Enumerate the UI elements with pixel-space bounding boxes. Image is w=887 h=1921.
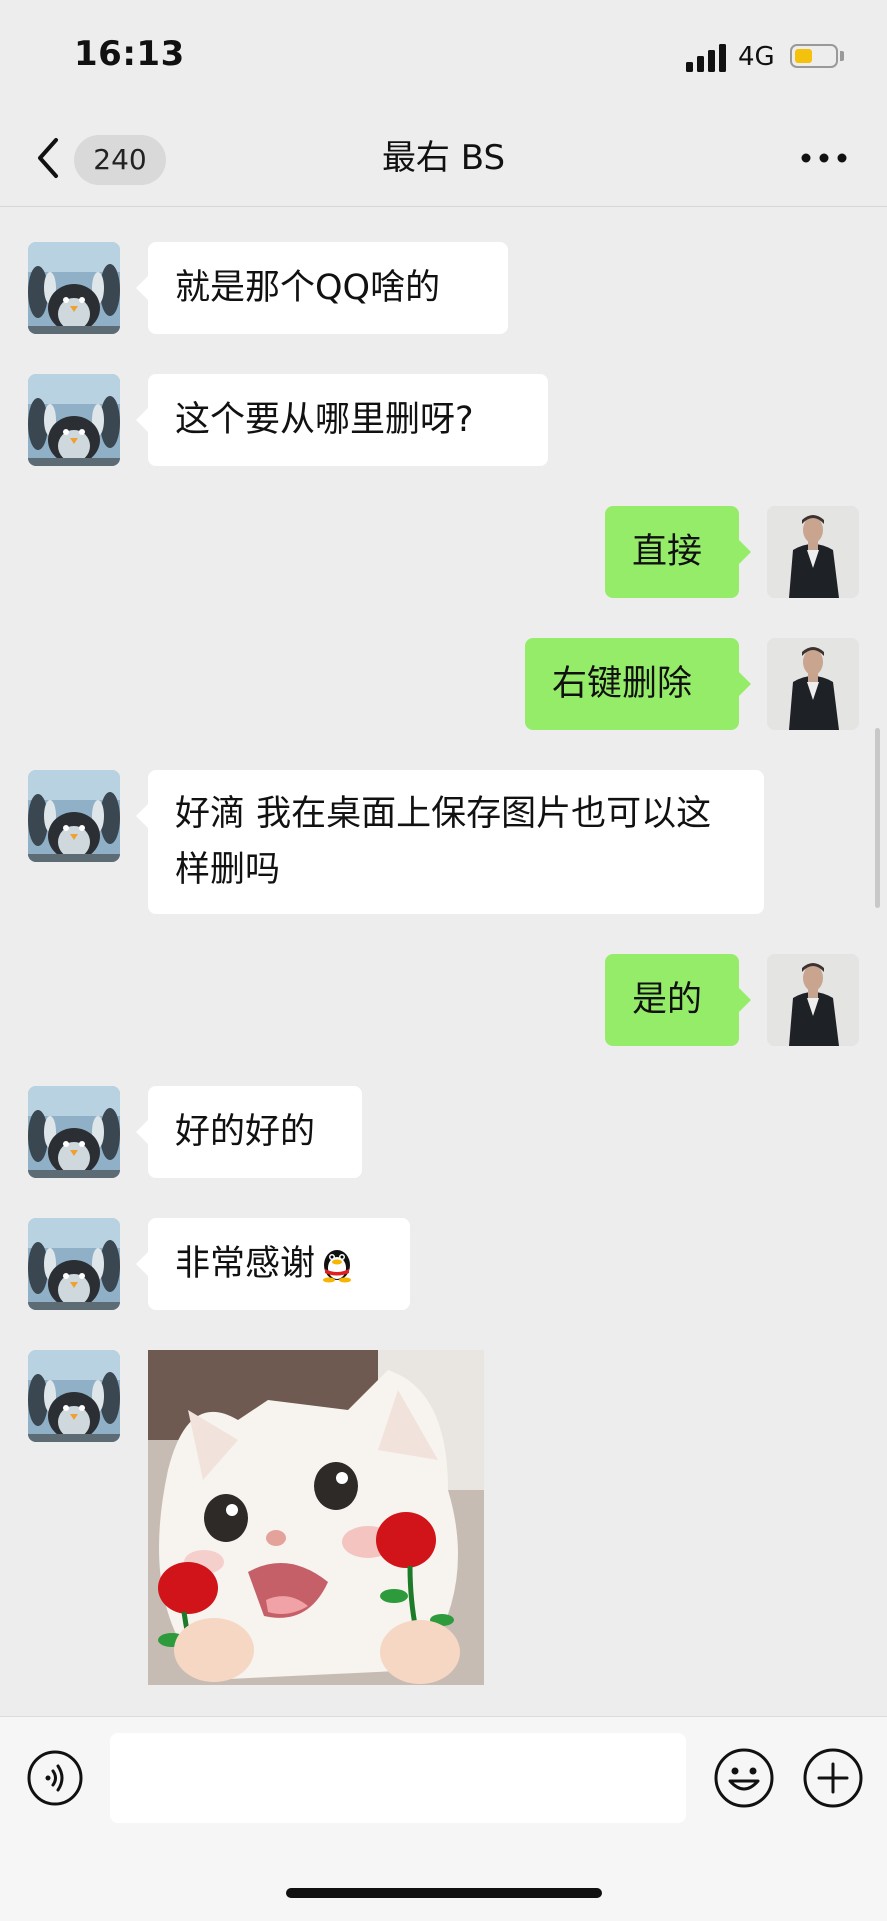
network-type: 4G [738,42,775,72]
message-bubble-incoming[interactable]: 非常感谢 [136,1218,410,1310]
kitten-with-roses-sticker[interactable] [148,1350,484,1685]
message-bubble-outgoing[interactable]: 是的 [605,954,751,1046]
scrollbar-thumb[interactable] [875,728,880,908]
message-bubble-outgoing[interactable]: 右键删除 [525,638,751,730]
contact-avatar[interactable] [28,1218,120,1310]
more-dots-icon[interactable] [796,140,852,176]
contact-avatar[interactable] [28,374,120,466]
my-avatar[interactable] [767,954,859,1046]
message-bubble-incoming[interactable]: 好的好的 [136,1086,362,1178]
battery-level [795,49,812,63]
contact-avatar[interactable] [28,1350,120,1442]
message-text: 非常感谢 [175,1244,316,1284]
message-bubble-outgoing[interactable]: 直接 [605,506,751,598]
contact-avatar[interactable] [28,1086,120,1178]
plus-icon[interactable] [802,1747,864,1809]
status-bar: 16:13 4G [0,0,887,110]
message-bubble-incoming[interactable]: 这个要从哪里删呀? [136,374,548,466]
chat-header: 240 最右 BS [0,110,887,207]
voice-icon[interactable] [26,1749,84,1807]
qq-penguin-icon [317,1243,357,1283]
my-avatar[interactable] [767,506,859,598]
home-indicator[interactable] [286,1888,602,1898]
chevron-left-icon[interactable] [30,132,66,184]
message-bubble-incoming[interactable]: 好滴 我在桌面上保存图片也可以这样删吗 [136,770,764,914]
message-bubble-incoming[interactable]: 就是那个QQ啥的 [136,242,508,334]
signal-icon [686,44,726,72]
contact-avatar[interactable] [28,242,120,334]
my-avatar[interactable] [767,638,859,730]
battery-tip [840,51,844,61]
contact-avatar[interactable] [28,770,120,862]
emoji-icon[interactable] [713,1747,775,1809]
unread-count-badge[interactable]: 240 [74,135,166,185]
message-input[interactable] [110,1733,686,1823]
status-time: 16:13 [74,34,185,74]
battery-icon [790,44,838,68]
